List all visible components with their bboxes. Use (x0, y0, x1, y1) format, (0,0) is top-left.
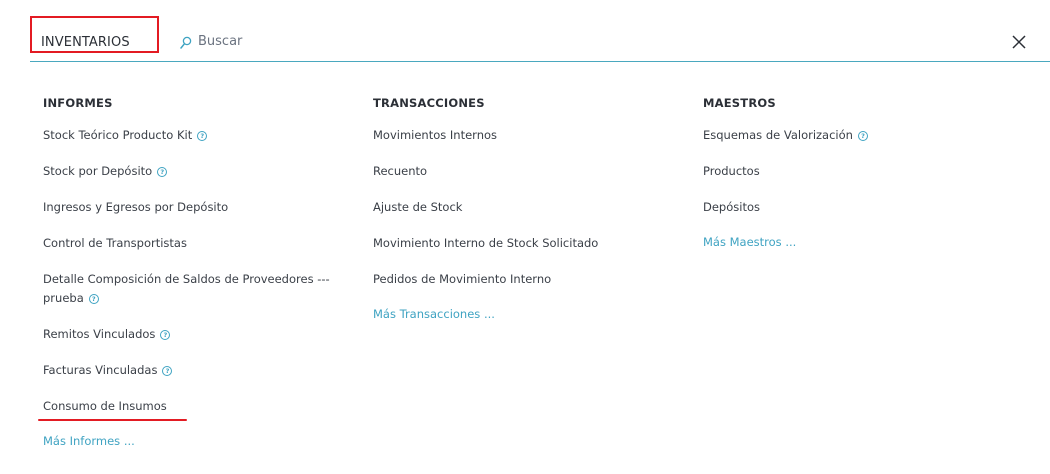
menu-item-productos[interactable]: Productos (703, 162, 1003, 181)
menu-item-label: Stock por Depósito (43, 164, 153, 178)
column-title: TRANSACCIONES (373, 96, 485, 110)
menu-item-movimientos-internos[interactable]: Movimientos Internos (373, 126, 673, 145)
menu-item-depositos[interactable]: Depósitos (703, 198, 1003, 217)
help-icon[interactable]: ? (157, 167, 168, 177)
column-title: INFORMES (43, 96, 113, 110)
menu-item-recuento[interactable]: Recuento (373, 162, 673, 181)
menu-item-label: Ajuste de Stock (373, 200, 463, 214)
help-icon[interactable]: ? (88, 294, 99, 304)
menu-item-ingresos-egresos-por-deposito[interactable]: Ingresos y Egresos por Depósito (43, 198, 353, 217)
menu-item-ajuste-de-stock[interactable]: Ajuste de Stock (373, 198, 673, 217)
menu-item-control-de-transportistas[interactable]: Control de Transportistas (43, 234, 353, 253)
menu-item-facturas-vinculadas[interactable]: Facturas Vinculadas? (43, 361, 353, 380)
search-icon[interactable] (180, 35, 192, 49)
menu-item-detalle-composicion-saldos-proveedores[interactable]: Detalle Composición de Saldos de Proveed… (43, 270, 353, 308)
more-informes-link[interactable]: Más Informes ... (43, 432, 353, 451)
menu-header: INVENTARIOS (30, 16, 1050, 62)
menu-item-label: Stock Teórico Producto Kit (43, 128, 193, 142)
menu-item-remitos-vinculados[interactable]: Remitos Vinculados? (43, 325, 353, 344)
menu-item-label: Movimiento Interno de Stock Solicitado (373, 236, 599, 250)
more-maestros-link[interactable]: Más Maestros ... (703, 233, 1003, 252)
menu-item-label: Movimientos Internos (373, 128, 498, 142)
help-icon[interactable]: ? (857, 131, 868, 141)
menu-item-label: Control de Transportistas (43, 236, 187, 250)
search-input[interactable] (198, 34, 498, 49)
close-icon[interactable] (1010, 33, 1028, 51)
menu-item-label: Productos (703, 164, 760, 178)
help-icon[interactable]: ? (197, 131, 208, 141)
menu-item-label: Detalle Composición de Saldos de Proveed… (43, 272, 330, 305)
menu-item-label: Ingresos y Egresos por Depósito (43, 200, 229, 214)
menu-item-label: Facturas Vinculadas (43, 363, 158, 377)
menu-item-label: Remitos Vinculados (43, 327, 156, 341)
column-informes: INFORMES Stock Teórico Producto Kit? Sto… (43, 96, 353, 451)
menu-item-esquemas-de-valorizacion[interactable]: Esquemas de Valorización? (703, 126, 1003, 145)
column-title: MAESTROS (703, 96, 776, 110)
column-transacciones: TRANSACCIONES Movimientos Internos Recue… (373, 96, 673, 324)
more-transacciones-link[interactable]: Más Transacciones ... (373, 305, 673, 324)
menu-item-stock-por-deposito[interactable]: Stock por Depósito? (43, 162, 353, 181)
highlight-underline (38, 419, 187, 421)
menu-item-label: Depósitos (703, 200, 760, 214)
menu-item-consumo-de-insumos[interactable]: Consumo de Insumos (43, 397, 353, 416)
help-icon[interactable]: ? (162, 366, 173, 376)
menu-item-movimiento-interno-stock-solicitado[interactable]: Movimiento Interno de Stock Solicitado (373, 234, 673, 253)
menu-item-label: Recuento (373, 164, 428, 178)
module-title[interactable]: INVENTARIOS (41, 35, 130, 50)
menu-item-pedidos-movimiento-interno[interactable]: Pedidos de Movimiento Interno (373, 270, 673, 289)
menu-item-stock-teorico-producto-kit[interactable]: Stock Teórico Producto Kit? (43, 126, 353, 145)
menu-item-label: Consumo de Insumos (43, 399, 167, 413)
help-icon[interactable]: ? (160, 330, 171, 340)
search-bar[interactable] (180, 34, 498, 49)
column-maestros: MAESTROS Esquemas de Valorización? Produ… (703, 96, 1003, 252)
menu-item-label: Esquemas de Valorización (703, 128, 853, 142)
menu-item-label: Pedidos de Movimiento Interno (373, 272, 552, 286)
